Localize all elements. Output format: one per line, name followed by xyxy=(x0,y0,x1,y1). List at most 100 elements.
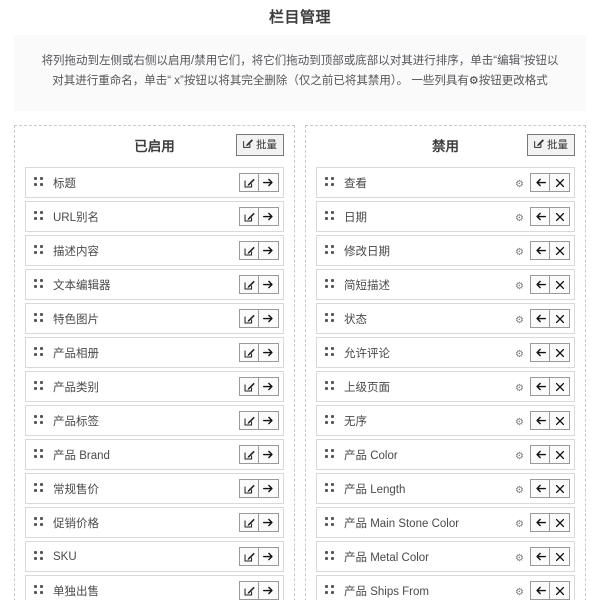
gear-icon[interactable]: ⚙ xyxy=(515,451,524,462)
column-item[interactable]: 产品相册 xyxy=(25,337,284,368)
column-item[interactable]: 产品 Length ⚙ xyxy=(316,473,575,504)
edit-icon-button[interactable] xyxy=(239,547,259,566)
drag-handle-icon[interactable] xyxy=(34,449,45,460)
drag-handle-icon[interactable] xyxy=(325,177,336,188)
gear-icon[interactable]: ⚙ xyxy=(515,179,524,190)
column-item[interactable]: 产品 Metal Color ⚙ xyxy=(316,541,575,572)
column-item[interactable]: 文本编辑器 xyxy=(25,269,284,300)
drag-handle-icon[interactable] xyxy=(325,415,336,426)
close-icon-button[interactable] xyxy=(550,445,570,464)
column-item[interactable]: 产品 Color ⚙ xyxy=(316,439,575,470)
arrow-left-icon-button[interactable] xyxy=(530,207,550,226)
column-item[interactable]: 产品标签 xyxy=(25,405,284,436)
edit-icon-button[interactable] xyxy=(239,479,259,498)
drag-handle-icon[interactable] xyxy=(34,415,45,426)
arrow-left-icon-button[interactable] xyxy=(530,479,550,498)
arrow-left-icon-button[interactable] xyxy=(530,411,550,430)
column-item[interactable]: 促销价格 xyxy=(25,507,284,538)
gear-icon[interactable]: ⚙ xyxy=(515,519,524,530)
drag-handle-icon[interactable] xyxy=(325,245,336,256)
gear-icon[interactable]: ⚙ xyxy=(515,587,524,598)
close-icon-button[interactable] xyxy=(550,241,570,260)
close-icon-button[interactable] xyxy=(550,411,570,430)
edit-icon-button[interactable] xyxy=(239,377,259,396)
edit-icon-button[interactable] xyxy=(239,309,259,328)
drag-handle-icon[interactable] xyxy=(325,551,336,562)
drag-handle-icon[interactable] xyxy=(34,177,45,188)
gear-icon[interactable]: ⚙ xyxy=(515,349,524,360)
column-item[interactable]: 无序 ⚙ xyxy=(316,405,575,436)
arrow-right-icon-button[interactable] xyxy=(259,275,279,294)
drag-handle-icon[interactable] xyxy=(34,347,45,358)
arrow-left-icon-button[interactable] xyxy=(530,445,550,464)
close-icon-button[interactable] xyxy=(550,581,570,600)
drag-handle-icon[interactable] xyxy=(325,585,336,596)
close-icon-button[interactable] xyxy=(550,479,570,498)
enabled-bulk-edit-button[interactable]: 批量 xyxy=(236,134,284,156)
column-item[interactable]: 产品 Ships From ⚙ xyxy=(316,575,575,600)
column-item[interactable]: 上级页面 ⚙ xyxy=(316,371,575,402)
arrow-right-icon-button[interactable] xyxy=(259,445,279,464)
gear-icon[interactable]: ⚙ xyxy=(515,553,524,564)
arrow-left-icon-button[interactable] xyxy=(530,343,550,362)
arrow-right-icon-button[interactable] xyxy=(259,343,279,362)
drag-handle-icon[interactable] xyxy=(325,517,336,528)
drag-handle-icon[interactable] xyxy=(34,279,45,290)
column-item[interactable]: 单独出售 xyxy=(25,575,284,600)
edit-icon-button[interactable] xyxy=(239,275,259,294)
column-item[interactable]: 常规售价 xyxy=(25,473,284,504)
close-icon-button[interactable] xyxy=(550,309,570,328)
column-item[interactable]: 允许评论 ⚙ xyxy=(316,337,575,368)
arrow-right-icon-button[interactable] xyxy=(259,207,279,226)
drag-handle-icon[interactable] xyxy=(325,313,336,324)
edit-icon-button[interactable] xyxy=(239,343,259,362)
column-item[interactable]: 产品 Main Stone Color ⚙ xyxy=(316,507,575,538)
arrow-left-icon-button[interactable] xyxy=(530,547,550,566)
arrow-right-icon-button[interactable] xyxy=(259,513,279,532)
gear-icon[interactable]: ⚙ xyxy=(515,417,524,428)
arrow-right-icon-button[interactable] xyxy=(259,173,279,192)
drag-handle-icon[interactable] xyxy=(34,211,45,222)
column-item[interactable]: 状态 ⚙ xyxy=(316,303,575,334)
gear-icon[interactable]: ⚙ xyxy=(515,383,524,394)
column-item[interactable]: 产品类别 xyxy=(25,371,284,402)
edit-icon-button[interactable] xyxy=(239,207,259,226)
arrow-left-icon-button[interactable] xyxy=(530,309,550,328)
edit-icon-button[interactable] xyxy=(239,445,259,464)
drag-handle-icon[interactable] xyxy=(34,517,45,528)
disabled-bulk-edit-button[interactable]: 批量 xyxy=(527,134,575,156)
arrow-right-icon-button[interactable] xyxy=(259,241,279,260)
arrow-left-icon-button[interactable] xyxy=(530,275,550,294)
gear-icon[interactable]: ⚙ xyxy=(515,485,524,496)
arrow-left-icon-button[interactable] xyxy=(530,513,550,532)
column-item[interactable]: 修改日期 ⚙ xyxy=(316,235,575,266)
column-item[interactable]: 查看 ⚙ xyxy=(316,167,575,198)
close-icon-button[interactable] xyxy=(550,343,570,362)
arrow-right-icon-button[interactable] xyxy=(259,411,279,430)
drag-handle-icon[interactable] xyxy=(325,483,336,494)
arrow-right-icon-button[interactable] xyxy=(259,479,279,498)
column-item[interactable]: 简短描述 ⚙ xyxy=(316,269,575,300)
drag-handle-icon[interactable] xyxy=(325,279,336,290)
close-icon-button[interactable] xyxy=(550,173,570,192)
edit-icon-button[interactable] xyxy=(239,513,259,532)
drag-handle-icon[interactable] xyxy=(325,449,336,460)
drag-handle-icon[interactable] xyxy=(325,211,336,222)
column-item[interactable]: 描述内容 xyxy=(25,235,284,266)
arrow-left-icon-button[interactable] xyxy=(530,581,550,600)
column-item[interactable]: 特色图片 xyxy=(25,303,284,334)
close-icon-button[interactable] xyxy=(550,275,570,294)
column-item[interactable]: SKU xyxy=(25,541,284,572)
close-icon-button[interactable] xyxy=(550,207,570,226)
close-icon-button[interactable] xyxy=(550,513,570,532)
gear-icon[interactable]: ⚙ xyxy=(515,213,524,224)
drag-handle-icon[interactable] xyxy=(34,585,45,596)
gear-icon[interactable]: ⚙ xyxy=(515,315,524,326)
drag-handle-icon[interactable] xyxy=(34,245,45,256)
edit-icon-button[interactable] xyxy=(239,581,259,600)
drag-handle-icon[interactable] xyxy=(34,313,45,324)
edit-icon-button[interactable] xyxy=(239,241,259,260)
drag-handle-icon[interactable] xyxy=(325,381,336,392)
close-icon-button[interactable] xyxy=(550,377,570,396)
column-item[interactable]: URL别名 xyxy=(25,201,284,232)
